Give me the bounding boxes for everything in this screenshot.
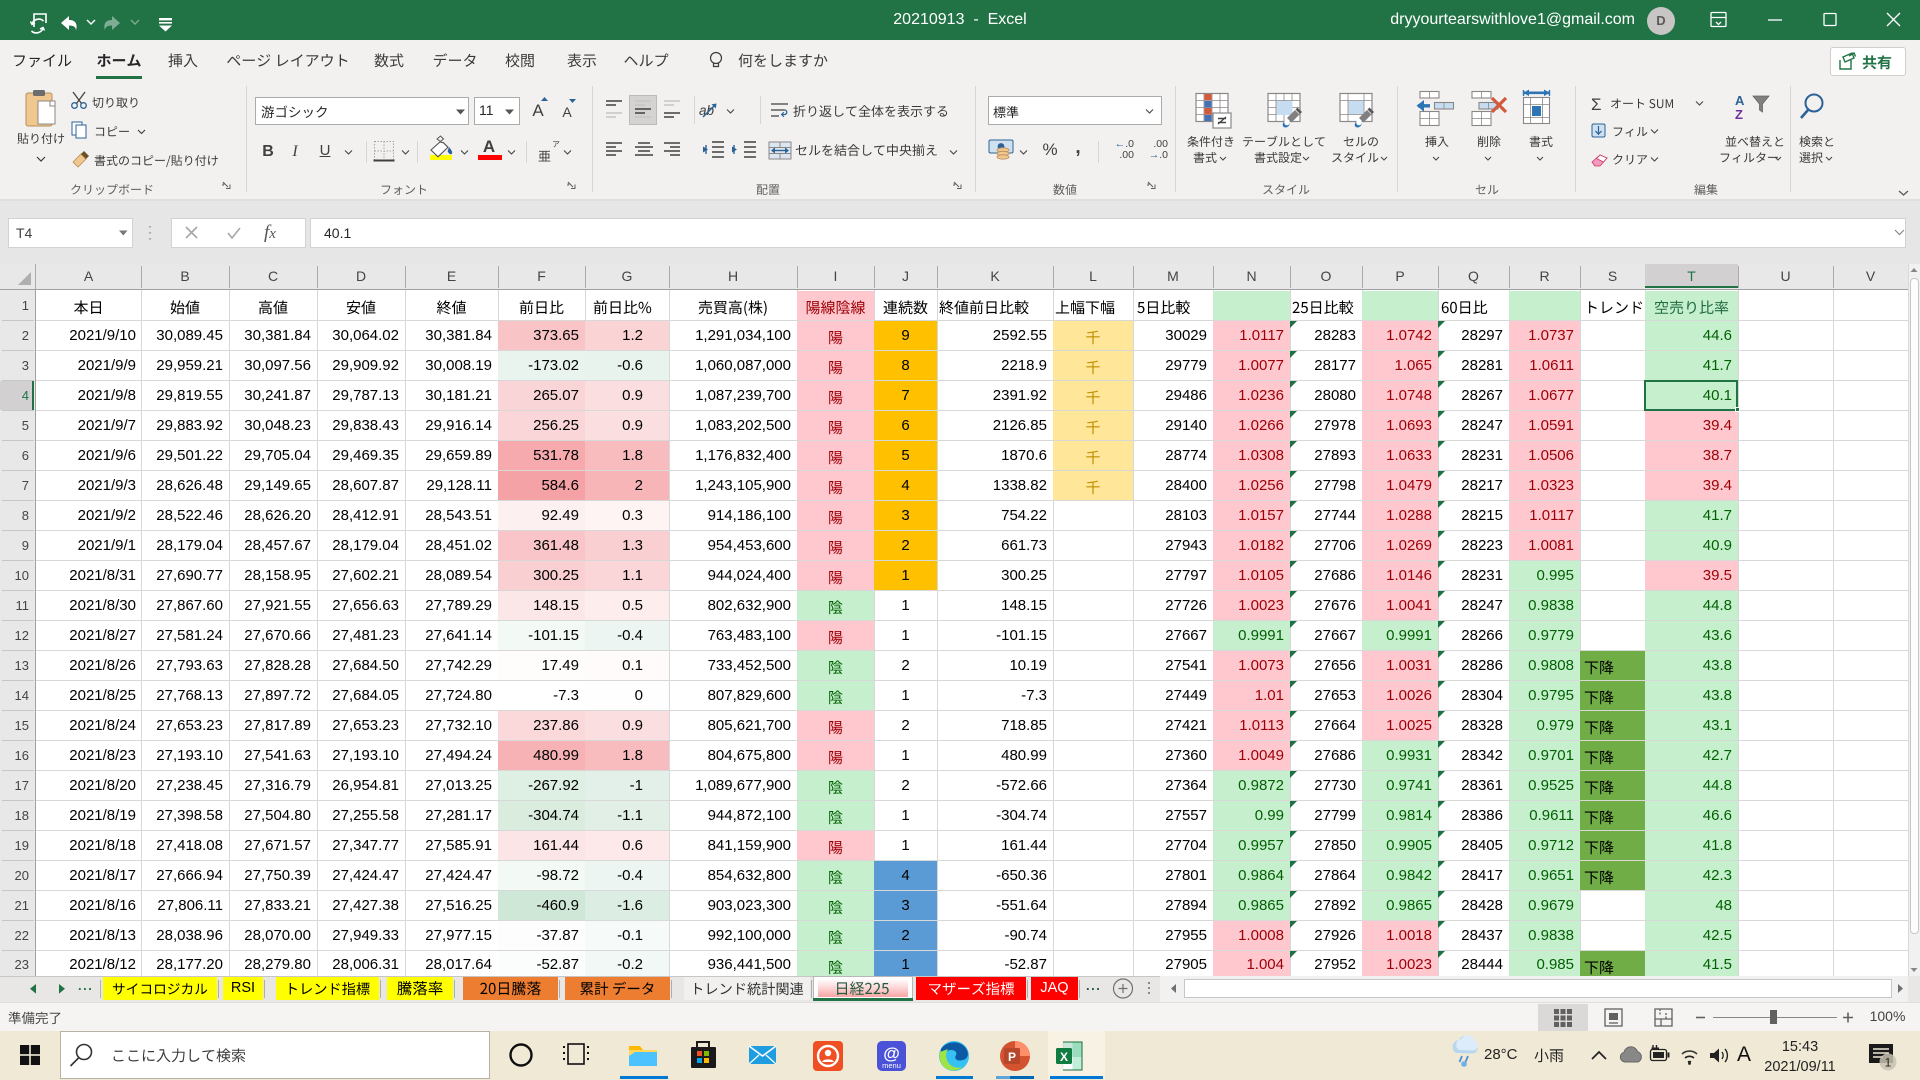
svg-text:X: X [1060, 1050, 1068, 1064]
svg-text:1: 1 [1885, 1056, 1892, 1070]
svg-text:P: P [1008, 1050, 1016, 1064]
svg-text:menu: menu [882, 1061, 901, 1070]
